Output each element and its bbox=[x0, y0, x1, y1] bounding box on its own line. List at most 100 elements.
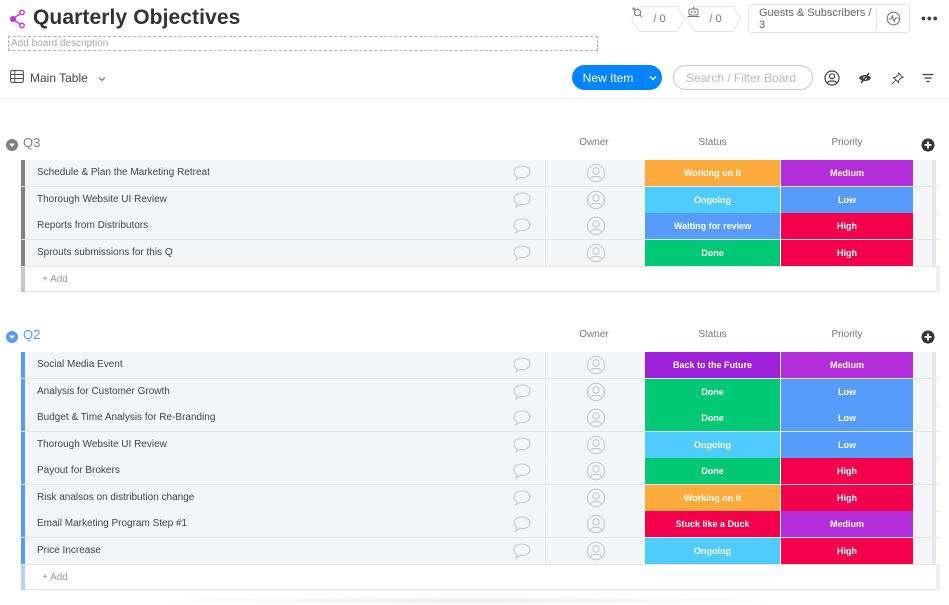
status-label[interactable]: Ongoing bbox=[645, 186, 780, 213]
priority-label[interactable]: Low bbox=[781, 378, 913, 405]
item-name[interactable]: Thorough Website UI Review bbox=[25, 431, 544, 458]
status-label[interactable]: Done bbox=[645, 405, 780, 431]
table-row[interactable]: Email Marketing Program Step #1 Stuck lik… bbox=[21, 511, 940, 537]
automations-button[interactable]: / 0 bbox=[687, 6, 741, 32]
table-row[interactable]: Price Increase Ongoing High bbox=[21, 537, 940, 564]
table-row[interactable]: Sprouts submissions for this Q Done High bbox=[21, 239, 940, 266]
item-name[interactable]: Sprouts submissions for this Q bbox=[25, 239, 544, 266]
column-header-status[interactable]: Status bbox=[645, 329, 780, 340]
group-title[interactable]: Q2 bbox=[23, 327, 40, 342]
owner-cell[interactable] bbox=[545, 431, 645, 458]
item-name[interactable]: Reports from Distributors bbox=[25, 213, 544, 239]
new-item-button[interactable]: New Item bbox=[572, 65, 662, 90]
table-row[interactable]: Analysis for Customer Growth Done Low bbox=[21, 378, 940, 405]
activity-log-icon[interactable] bbox=[877, 11, 909, 26]
more-options-icon[interactable]: ••• bbox=[921, 10, 939, 26]
comment-icon[interactable] bbox=[512, 436, 532, 454]
table-row[interactable]: Payout for Brokers Done High bbox=[21, 458, 940, 484]
view-selector[interactable]: Main Table bbox=[10, 68, 106, 88]
pin-icon[interactable] bbox=[887, 68, 907, 88]
priority-label[interactable]: Low bbox=[781, 405, 913, 431]
column-header-owner[interactable]: Owner bbox=[570, 329, 618, 340]
owner-cell[interactable] bbox=[545, 239, 645, 266]
comment-icon[interactable] bbox=[512, 164, 532, 182]
add-column-icon[interactable] bbox=[921, 330, 935, 344]
owner-cell[interactable] bbox=[545, 186, 645, 213]
owner-cell[interactable] bbox=[545, 511, 645, 537]
status-label[interactable]: Back to the Future bbox=[645, 352, 780, 378]
priority-label[interactable]: High bbox=[781, 458, 913, 484]
add-column-icon[interactable] bbox=[921, 138, 935, 152]
comment-icon[interactable] bbox=[512, 217, 532, 235]
status-label[interactable]: Done bbox=[645, 458, 780, 484]
column-header-priority[interactable]: Priority bbox=[781, 137, 913, 148]
item-name[interactable]: Social Media Event bbox=[25, 352, 544, 378]
table-row[interactable]: Reports from Distributors Waiting for rev… bbox=[21, 213, 940, 239]
item-name[interactable]: Email Marketing Program Step #1 bbox=[25, 511, 544, 537]
table-row[interactable]: Budget & Time Analysis for Re-Branding Do… bbox=[21, 405, 940, 431]
status-label[interactable]: Stuck like a Duck bbox=[645, 511, 780, 537]
column-header-priority[interactable]: Priority bbox=[781, 329, 913, 340]
priority-label[interactable]: High bbox=[781, 239, 913, 266]
owner-cell[interactable] bbox=[545, 405, 645, 431]
status-label[interactable]: Ongoing bbox=[645, 537, 780, 564]
integrations-button[interactable]: / 0 bbox=[631, 6, 685, 32]
table-row[interactable]: Thorough Website UI Review Ongoing Low bbox=[21, 186, 940, 213]
board-description-field[interactable]: Add board description bbox=[8, 36, 598, 51]
priority-label[interactable]: Medium bbox=[781, 511, 913, 537]
status-label[interactable]: Ongoing bbox=[645, 431, 780, 458]
owner-cell[interactable] bbox=[545, 378, 645, 405]
item-name[interactable]: Payout for Brokers bbox=[25, 458, 544, 484]
priority-label[interactable]: High bbox=[781, 537, 913, 564]
priority-label[interactable]: High bbox=[781, 484, 913, 511]
comment-icon[interactable] bbox=[512, 462, 532, 480]
comment-icon[interactable] bbox=[512, 356, 532, 374]
board-title[interactable]: Quarterly Objectives bbox=[33, 6, 240, 30]
status-label[interactable]: Done bbox=[645, 239, 780, 266]
priority-label[interactable]: Medium bbox=[781, 352, 913, 378]
add-item-input[interactable]: + Add bbox=[42, 565, 68, 590]
owner-cell[interactable] bbox=[545, 458, 645, 484]
owner-cell[interactable] bbox=[545, 537, 645, 564]
item-name[interactable]: Thorough Website UI Review bbox=[25, 186, 544, 213]
group-collapse-icon[interactable] bbox=[6, 330, 18, 343]
comment-icon[interactable] bbox=[512, 489, 532, 507]
status-label[interactable]: Waiting for review bbox=[645, 213, 780, 239]
table-row[interactable]: Risk analsos on distribution change Worki… bbox=[21, 484, 940, 511]
filter-icon[interactable] bbox=[918, 68, 938, 88]
add-item-row[interactable]: + Add bbox=[21, 266, 940, 292]
owner-cell[interactable] bbox=[545, 213, 645, 239]
group-collapse-icon[interactable] bbox=[6, 138, 18, 151]
status-label[interactable]: Working on it bbox=[645, 484, 780, 511]
item-name[interactable]: Analysis for Customer Growth bbox=[25, 378, 544, 405]
comment-icon[interactable] bbox=[512, 244, 532, 262]
comment-icon[interactable] bbox=[512, 515, 532, 533]
search-filter-input[interactable] bbox=[673, 65, 813, 90]
status-label[interactable]: Working on it bbox=[645, 160, 780, 186]
new-item-dropdown-icon[interactable] bbox=[643, 75, 662, 81]
table-row[interactable]: Social Media Event Back to the Future Medi… bbox=[21, 352, 940, 378]
item-name[interactable]: Schedule & Plan the Marketing Retreat bbox=[25, 160, 544, 186]
comment-icon[interactable] bbox=[512, 191, 532, 209]
table-row[interactable]: Thorough Website UI Review Ongoing Low bbox=[21, 431, 940, 458]
status-label[interactable]: Done bbox=[645, 378, 780, 405]
comment-icon[interactable] bbox=[512, 409, 532, 427]
owner-cell[interactable] bbox=[545, 352, 645, 378]
table-row[interactable]: Schedule & Plan the Marketing Retreat Wor… bbox=[21, 160, 940, 186]
person-filter-icon[interactable] bbox=[822, 68, 842, 88]
column-header-status[interactable]: Status bbox=[645, 137, 780, 148]
priority-label[interactable]: Medium bbox=[781, 160, 913, 186]
owner-cell[interactable] bbox=[545, 484, 645, 511]
add-item-row[interactable]: + Add bbox=[21, 564, 940, 590]
add-item-input[interactable]: + Add bbox=[42, 267, 68, 292]
share-icon[interactable] bbox=[8, 9, 28, 29]
guests-subscribers-button[interactable]: Guests & Subscribers / 3 bbox=[748, 4, 910, 33]
comment-icon[interactable] bbox=[512, 542, 532, 560]
priority-label[interactable]: Low bbox=[781, 431, 913, 458]
column-header-owner[interactable]: Owner bbox=[570, 137, 618, 148]
priority-label[interactable]: High bbox=[781, 213, 913, 239]
item-name[interactable]: Risk analsos on distribution change bbox=[25, 484, 544, 511]
hide-columns-icon[interactable] bbox=[855, 68, 875, 88]
comment-icon[interactable] bbox=[512, 383, 532, 401]
priority-label[interactable]: Low bbox=[781, 186, 913, 213]
